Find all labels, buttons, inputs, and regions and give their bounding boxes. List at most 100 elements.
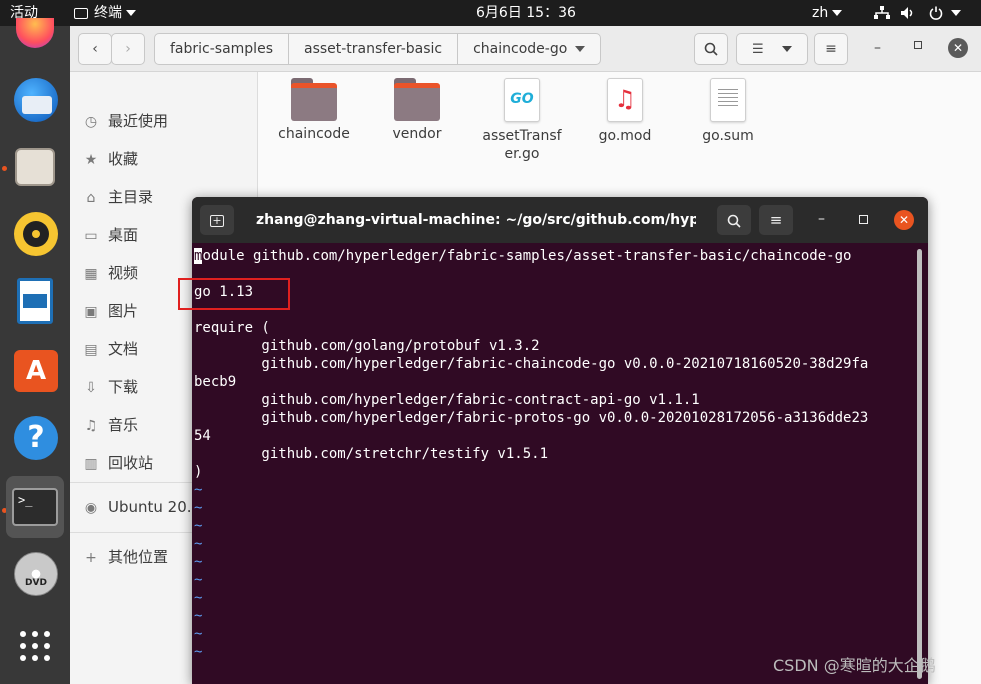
help-icon[interactable]: ? — [8, 412, 62, 466]
files-icon[interactable] — [8, 140, 62, 194]
rhythmbox-icon[interactable] — [8, 208, 62, 262]
chevron-down-icon — [782, 46, 793, 52]
back-button[interactable]: ‹ — [78, 33, 112, 65]
chevron-down-icon — [126, 10, 136, 16]
libreoffice-writer-icon[interactable] — [8, 276, 62, 330]
file-item-vendor[interactable]: vendor — [369, 78, 465, 143]
file-label: chaincode — [278, 126, 350, 142]
breadcrumb-item[interactable]: chaincode-go — [458, 34, 600, 64]
file-item-go-sum[interactable]: go.sum — [680, 78, 776, 145]
breadcrumb-item[interactable]: fabric-samples — [155, 34, 289, 64]
close-icon[interactable]: ✕ — [894, 210, 914, 230]
files-header: ‹ › fabric-samples asset-transfer-basic … — [70, 26, 981, 72]
chevron-right-icon: › — [125, 41, 131, 57]
menu-button[interactable]: ≡ — [814, 33, 848, 65]
list-view-icon: ☰ — [751, 42, 764, 57]
terminal-search-button[interactable] — [717, 205, 751, 235]
top-bar: 活动 终端 6月6日 15：36 zh — [0, 0, 981, 26]
plus-icon: + — [85, 550, 97, 566]
terminal-menu-button[interactable]: ≡ — [759, 205, 793, 235]
sidebar-item[interactable]: ★ 收藏 — [82, 148, 138, 170]
sidebar-item-label: 音乐 — [108, 416, 139, 434]
thunderbird-icon[interactable] — [8, 74, 62, 128]
new-tab-icon: + — [210, 214, 224, 227]
desktop-icon: ▭ — [84, 228, 98, 244]
sidebar-item-label: 下载 — [108, 378, 139, 396]
sidebar-item-label: 文档 — [108, 340, 139, 358]
file-label: vendor — [392, 126, 442, 142]
sidebar-item-label: 其他位置 — [108, 548, 169, 566]
vim-empty-line-tilde: ~ — [194, 626, 203, 642]
software-center-icon[interactable]: A — [8, 344, 62, 398]
sidebar-item-label: 主目录 — [108, 188, 154, 206]
close-icon[interactable]: ✕ — [948, 38, 968, 58]
breadcrumb-item[interactable]: asset-transfer-basic — [289, 34, 459, 64]
sidebar-item-label: 桌面 — [108, 226, 139, 244]
sidebar-item[interactable]: ▤ 文档 — [82, 338, 138, 360]
sidebar-item-label: 图片 — [108, 302, 139, 320]
vim-empty-line-tilde: ~ — [194, 572, 203, 588]
new-tab-button[interactable]: + — [200, 205, 234, 235]
text-file-icon — [710, 78, 746, 122]
terminal-scrollbar[interactable] — [917, 249, 922, 679]
search-button[interactable] — [694, 33, 728, 65]
vim-empty-line-tilde: ~ — [194, 500, 203, 516]
power-icon — [929, 6, 943, 20]
vim-empty-line-tilde: ~ — [194, 590, 203, 606]
breadcrumb: fabric-samples asset-transfer-basic chai… — [154, 33, 602, 65]
go-file-icon: GO — [504, 78, 540, 122]
view-options-button[interactable]: ☰ — [736, 33, 808, 65]
breadcrumb-current-label: chaincode-go — [473, 41, 568, 57]
search-icon — [727, 214, 741, 228]
chevron-down-icon — [951, 10, 962, 16]
terminal-line: github.com/hyperledger/fabric-contract-a… — [194, 392, 700, 408]
vim-empty-line-tilde: ~ — [194, 608, 203, 624]
trash-icon: ▥ — [84, 456, 98, 472]
sidebar-item[interactable]: ▦ 视频 — [82, 262, 138, 284]
download-icon: ⇩ — [85, 380, 97, 396]
maximize-icon[interactable] — [914, 41, 922, 49]
sidebar-item[interactable]: ⇩ 下载 — [82, 376, 138, 398]
show-apps-icon[interactable] — [8, 624, 62, 678]
terminal-line: becb9 — [194, 374, 237, 390]
terminal-icon[interactable]: >_ — [6, 476, 64, 538]
minimize-icon[interactable]: – — [818, 211, 825, 227]
firefox-icon[interactable] — [8, 18, 62, 50]
forward-button[interactable]: › — [111, 33, 145, 65]
terminal-cursor: m — [194, 248, 203, 264]
network-icon — [874, 6, 890, 19]
minimize-icon[interactable]: – — [874, 40, 881, 56]
terminal-window: + zhang@zhang-virtual-machine: ~/go/src/… — [192, 197, 928, 684]
music-file-icon: ♫ — [607, 78, 643, 122]
terminal-title: zhang@zhang-virtual-machine: ~/go/src/gi… — [256, 212, 696, 228]
hamburger-icon: ≡ — [769, 211, 783, 229]
terminal-line: require ( — [194, 320, 270, 336]
sidebar-item[interactable]: + 其他位置 — [82, 546, 168, 568]
sidebar-item[interactable]: ◷ 最近使用 — [82, 110, 168, 132]
sidebar-item[interactable]: ▭ 桌面 — [82, 224, 138, 246]
chevron-left-icon: ‹ — [92, 41, 98, 57]
sidebar-item[interactable]: ♫ 音乐 — [82, 414, 138, 436]
folder-icon — [394, 78, 440, 121]
music-icon: ♫ — [84, 418, 98, 434]
file-item-asset-transfer-go[interactable]: GO assetTransf er.go — [474, 78, 570, 163]
sidebar-item[interactable]: ▣ 图片 — [82, 300, 138, 322]
dvd-icon[interactable]: DVD — [8, 548, 62, 602]
language-menu[interactable]: zh — [812, 0, 843, 26]
file-item-chaincode[interactable]: chaincode — [266, 78, 362, 143]
watermark: CSDN @寒暄的大企鹅 — [773, 656, 936, 675]
sidebar-item[interactable]: ⌂ 主目录 — [82, 186, 153, 208]
terminal-line: github.com/stretchr/testify v1.5.1 — [194, 446, 549, 462]
maximize-icon[interactable] — [859, 215, 868, 224]
image-icon: ▣ — [84, 304, 98, 320]
chevron-down-icon — [832, 10, 843, 16]
volume-icon — [901, 7, 913, 19]
system-menu[interactable] — [874, 0, 962, 26]
clock[interactable]: 6月6日 15：36 — [476, 0, 576, 26]
sidebar-item[interactable]: ▥ 回收站 — [82, 452, 153, 474]
file-label: go.mod — [598, 128, 652, 144]
app-menu[interactable]: 终端 — [74, 0, 136, 26]
highlight-box — [178, 278, 290, 310]
file-item-go-mod[interactable]: ♫ go.mod — [577, 78, 673, 145]
folder-icon — [291, 78, 337, 121]
